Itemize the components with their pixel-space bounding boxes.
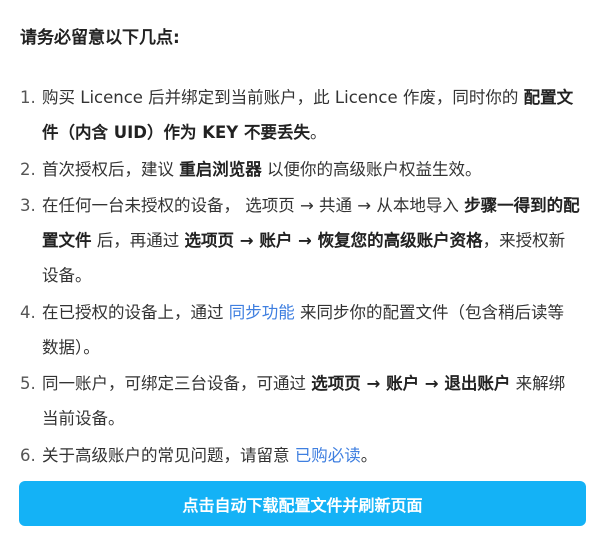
item-number: 2. [20,159,36,179]
notice-item-1: 1. 购买 Licence 后并绑定到当前账户，此 Licence 作废，同时你… [20,80,580,150]
download-config-button[interactable]: 点击自动下载配置文件并刷新页面 [19,481,586,526]
item-text: 同一账户，可绑定三台设备，可通过 [42,374,312,393]
item-text: 。 [360,445,378,465]
item-number: 4. [20,302,36,322]
item-number: 5. [20,374,36,393]
notice-item-3: 3. 在任何一台未授权的设备， 选项页 → 共通 → 从本地导入 步骤一得到的配… [20,188,580,293]
item-text: 在任何一台未授权的设备， 选项页 → 共通 → 从本地导入 [42,196,465,215]
notice-item-5: 5. 同一账户，可绑定三台设备，可通过 选项页 → 账户 → 退出账户 来解绑当… [20,366,580,436]
item-text: 首次授权后，建议 [42,159,180,179]
item-number: 6. [20,445,36,465]
notice-item-4: 4. 在已授权的设备上，通过 同步功能 来同步你的配置文件（包含稍后读等数据）。 [20,295,580,365]
notice-list: 1. 购买 Licence 后并绑定到当前账户，此 Licence 作废，同时你… [20,80,580,474]
notice-heading: 请务必留意以下几点: [20,28,180,48]
item-text: 关于高级账户的常见问题，请留意 [42,445,295,465]
sync-feature-link[interactable]: 同步功能 [229,303,295,322]
notice-item-2: 2. 首次授权后，建议 重启浏览器 以便你的高级账户权益生效。 [20,152,580,187]
item-emphasis: 重启浏览器 [179,159,262,179]
purchase-faq-link[interactable]: 已购必读 [295,446,361,465]
item-number: 3. [20,196,36,215]
item-text: 后，再通过 [91,231,185,250]
item-text: 以便你的高级账户权益生效。 [261,159,482,179]
item-text: 在已授权的设备上，通过 [42,302,229,322]
item-emphasis: 选项页 → 账户 → 退出账户 [311,374,511,393]
item-emphasis: 选项页 → 账户 → 恢复您的高级账户资格 [184,231,483,250]
item-text: 购买 Licence 后并绑定到当前账户，此 Licence 作废，同时你的 [42,88,524,107]
license-notice-panel: 请务必留意以下几点: 1. 购买 Licence 后并绑定到当前账户，此 Lic… [0,0,598,537]
notice-item-6: 6. 关于高级账户的常见问题，请留意 已购必读。 [20,438,580,473]
item-text: 。 [309,123,327,142]
item-number: 1. [20,88,36,107]
